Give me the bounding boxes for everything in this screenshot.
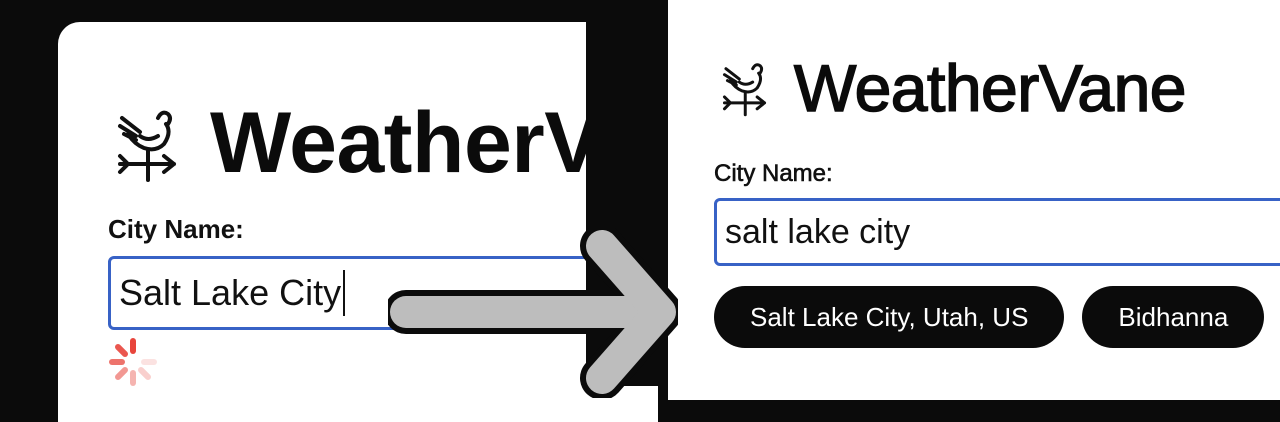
app-header: WeatherVane [720,50,1187,126]
weathervane-rooster-icon [722,63,767,117]
right-arrow-icon [388,228,678,398]
city-name-label: City Name: [714,160,833,188]
suggestion-chip[interactable]: Salt Lake City, Utah, US [714,286,1065,348]
city-search-input[interactable]: salt lake city [714,198,1280,266]
city-input-value: Salt Lake City [119,272,342,313]
city-name-label: City Name: [108,214,244,244]
suggestion-chip[interactable]: Bidhanna [1082,286,1265,348]
city-input-value: salt lake city [725,212,911,251]
text-caret [343,270,346,316]
weathervane-rooster-icon [118,110,176,182]
loading-spinner-icon [109,338,157,386]
app-title: WeatherVane [793,50,1187,126]
after-panel: WeatherVane City Name: salt lake city Sa… [668,0,1280,400]
city-suggestions: Salt Lake City, Utah, US Bidhanna [714,286,1265,348]
app-header: WeatherVane [114,94,658,193]
